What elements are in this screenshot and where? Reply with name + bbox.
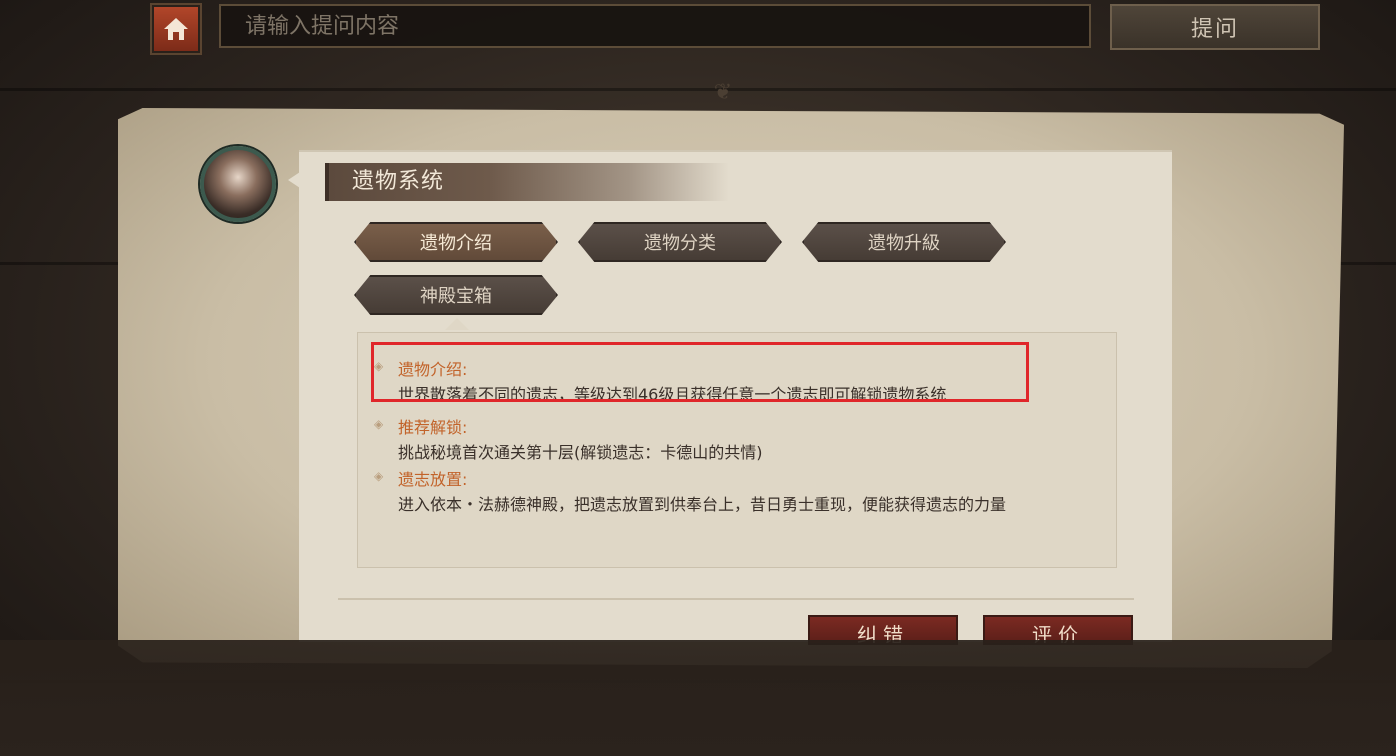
- diamond-bullet-icon: ◈: [374, 417, 384, 431]
- home-icon: [164, 18, 188, 40]
- search-input[interactable]: [219, 4, 1091, 48]
- npc-avatar: [200, 146, 276, 222]
- tab-temple-chest[interactable]: 神殿宝箱: [354, 275, 558, 315]
- divider: [338, 598, 1134, 600]
- tab-relic-upgrade[interactable]: 遗物升級: [802, 222, 1006, 262]
- tab-relic-category[interactable]: 遗物分类: [578, 222, 782, 262]
- ask-button[interactable]: 提问: [1110, 4, 1320, 50]
- section-body: 挑战秘境首次通关第十层(解锁遗志：卡德山的共情): [398, 443, 763, 462]
- skull-ornament-icon: ❦: [713, 80, 733, 105]
- panel-title: 遗物系统: [352, 169, 445, 194]
- bottom-shadow: [0, 640, 1396, 756]
- highlight-box: [371, 342, 1029, 402]
- section-heading: 遗志放置:: [398, 470, 468, 489]
- section-heading: 推荐解锁:: [398, 418, 468, 437]
- section-body: 进入依本・法赫德神殿，把遗志放置到供奉台上，昔日勇士重现，便能获得遗志的力量: [398, 495, 1007, 514]
- diamond-bullet-icon: ◈: [374, 469, 384, 483]
- tab-pointer: [445, 318, 469, 330]
- home-button[interactable]: [150, 3, 202, 55]
- tab-relic-intro[interactable]: 遗物介绍: [354, 222, 558, 262]
